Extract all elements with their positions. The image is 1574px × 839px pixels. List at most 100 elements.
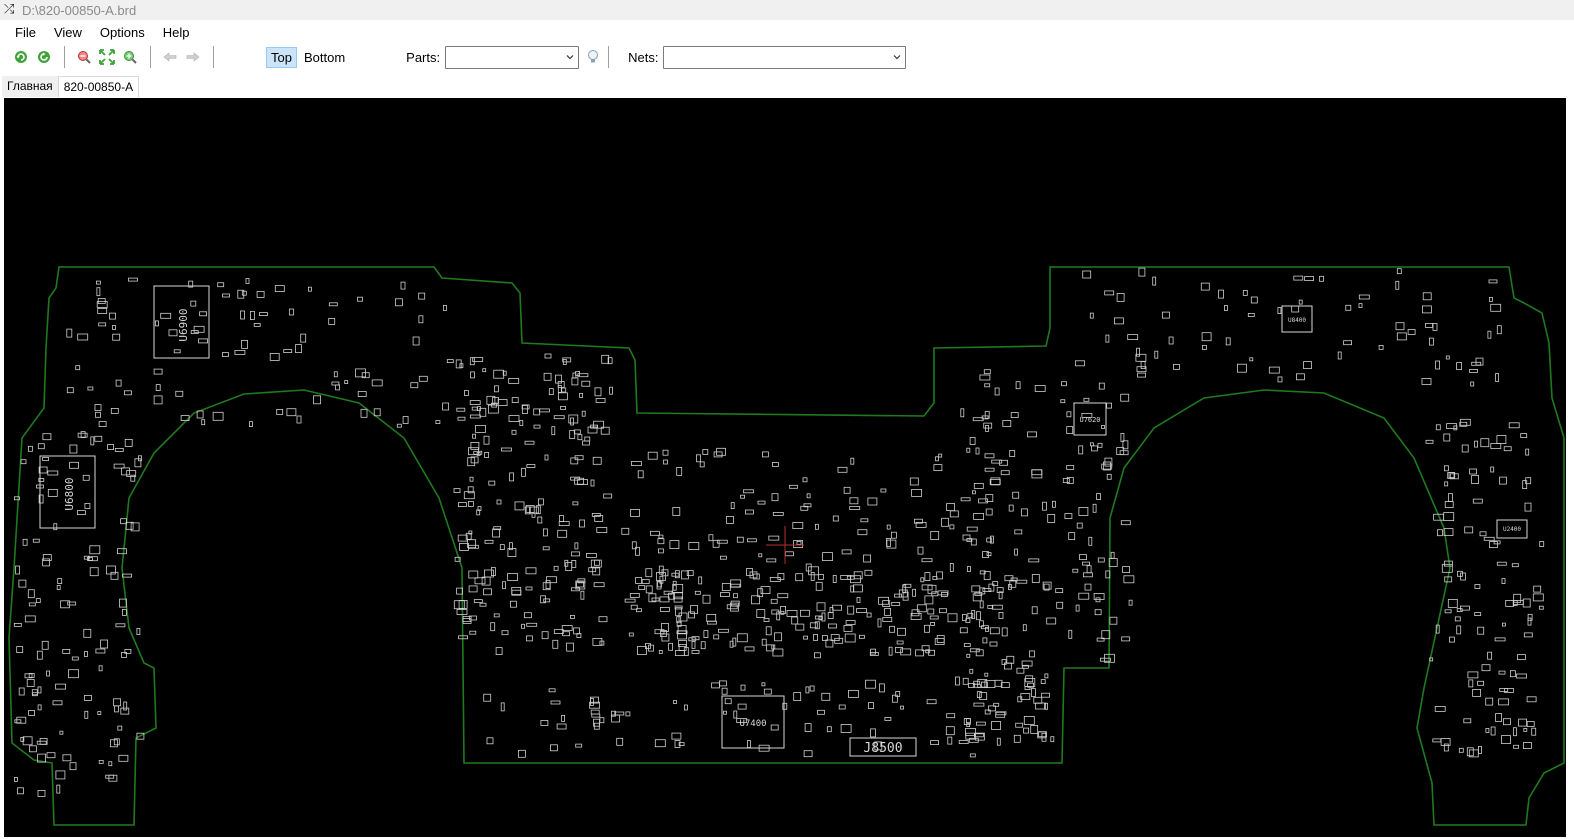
component-pad[interactable] <box>672 580 677 585</box>
component-pad[interactable] <box>1050 736 1055 743</box>
component-pad[interactable] <box>673 596 683 603</box>
component-pad[interactable] <box>543 528 548 537</box>
component-pad[interactable] <box>1079 554 1087 561</box>
component-pad[interactable] <box>1440 738 1451 746</box>
component-pad[interactable] <box>571 559 577 568</box>
component-pad[interactable] <box>46 752 56 759</box>
component-pad[interactable] <box>671 732 682 740</box>
component-pad[interactable] <box>1460 605 1470 611</box>
component-pad[interactable] <box>118 754 129 762</box>
component-pad[interactable] <box>94 404 102 412</box>
component-pad[interactable] <box>120 707 130 715</box>
component-pad[interactable] <box>1304 276 1314 281</box>
component-pad[interactable] <box>1445 355 1450 360</box>
component-pad[interactable] <box>832 604 842 611</box>
component-pad[interactable] <box>1443 512 1455 522</box>
component-pad[interactable] <box>1487 651 1492 660</box>
component-pad[interactable] <box>1250 296 1258 304</box>
component-pad[interactable] <box>960 408 965 418</box>
component-pad[interactable] <box>542 546 550 551</box>
component-pad[interactable] <box>335 384 341 391</box>
component-pad[interactable] <box>672 583 684 593</box>
component-pad[interactable] <box>966 447 971 453</box>
component-pad[interactable] <box>469 476 474 482</box>
component-pad[interactable] <box>115 623 126 628</box>
component-pad[interactable] <box>1485 728 1490 733</box>
component-pad[interactable] <box>1378 344 1384 350</box>
component-pad[interactable] <box>1421 378 1432 385</box>
component-pad[interactable] <box>553 415 565 420</box>
component-pad[interactable] <box>946 713 956 719</box>
component-pad[interactable] <box>860 518 869 523</box>
component-pad[interactable] <box>1444 481 1449 487</box>
component-pad[interactable] <box>1033 696 1043 704</box>
component-pad[interactable] <box>112 325 116 330</box>
component-pad[interactable] <box>1010 412 1019 419</box>
component-pad[interactable] <box>564 559 569 567</box>
component-pad[interactable] <box>575 743 583 748</box>
component-pad[interactable] <box>1089 312 1094 319</box>
component-pad[interactable] <box>581 380 591 387</box>
component-pad[interactable] <box>1047 513 1056 523</box>
component-pad[interactable] <box>806 493 811 499</box>
component-pad[interactable] <box>712 539 720 548</box>
component-pad[interactable] <box>412 336 420 346</box>
component-pad[interactable] <box>1464 526 1474 534</box>
component-pad[interactable] <box>457 416 466 421</box>
component-pad[interactable] <box>910 613 922 620</box>
component-pad[interactable] <box>582 440 590 446</box>
component-pad[interactable] <box>635 577 642 584</box>
component-pad[interactable] <box>857 529 868 536</box>
component-pad[interactable] <box>1064 513 1073 520</box>
component-pad[interactable] <box>234 349 246 355</box>
component-pad[interactable] <box>1127 334 1139 341</box>
component-pad[interactable] <box>850 457 855 465</box>
component-pad[interactable] <box>870 648 876 655</box>
component-pad[interactable] <box>1447 598 1458 608</box>
component-pad[interactable] <box>1407 329 1416 335</box>
component-pad[interactable] <box>592 638 603 646</box>
component-pad[interactable] <box>18 579 27 588</box>
component-pad[interactable] <box>991 721 1001 730</box>
component-pad[interactable] <box>1031 606 1038 615</box>
component-pad[interactable] <box>484 539 494 544</box>
component-pad[interactable] <box>1014 548 1018 556</box>
component-pad[interactable] <box>1477 680 1484 686</box>
component-pad[interactable] <box>20 459 27 465</box>
component-pad[interactable] <box>1488 279 1498 284</box>
component-pad[interactable] <box>26 679 35 687</box>
component-pad[interactable] <box>124 649 132 654</box>
component-pad[interactable] <box>1123 575 1135 584</box>
component-pad[interactable] <box>868 702 874 709</box>
component-pad[interactable] <box>803 750 813 758</box>
component-pad[interactable] <box>654 739 666 748</box>
component-pad[interactable] <box>1066 426 1074 435</box>
lightbulb-icon[interactable] <box>582 46 604 68</box>
component-pad[interactable] <box>500 447 512 452</box>
component-pad[interactable] <box>911 488 922 497</box>
menu-file[interactable]: File <box>6 23 45 42</box>
component-pad[interactable] <box>14 719 22 724</box>
component-pad[interactable] <box>396 423 402 428</box>
component-pad[interactable] <box>840 724 852 733</box>
component-pad[interactable] <box>1501 578 1506 585</box>
component-pad[interactable] <box>558 521 570 527</box>
component-pad[interactable] <box>658 650 663 654</box>
component-pad[interactable] <box>724 698 732 705</box>
nets-combo[interactable] <box>663 45 907 69</box>
component-pad[interactable] <box>1225 337 1231 346</box>
component-pad[interactable] <box>1448 472 1455 479</box>
component-pad[interactable] <box>241 339 249 349</box>
component-pad[interactable] <box>971 585 981 593</box>
component-pad[interactable] <box>780 605 786 614</box>
component-pad[interactable] <box>469 414 481 419</box>
component-pad[interactable] <box>975 447 980 455</box>
component-pad[interactable] <box>474 577 486 585</box>
component-pad[interactable] <box>544 454 549 461</box>
component-pad[interactable] <box>533 408 541 416</box>
component-pad[interactable] <box>631 461 642 466</box>
component-pad[interactable] <box>77 333 89 341</box>
component-pad[interactable] <box>700 641 706 650</box>
component-pad[interactable] <box>638 585 646 591</box>
component-pad[interactable] <box>1495 713 1502 722</box>
